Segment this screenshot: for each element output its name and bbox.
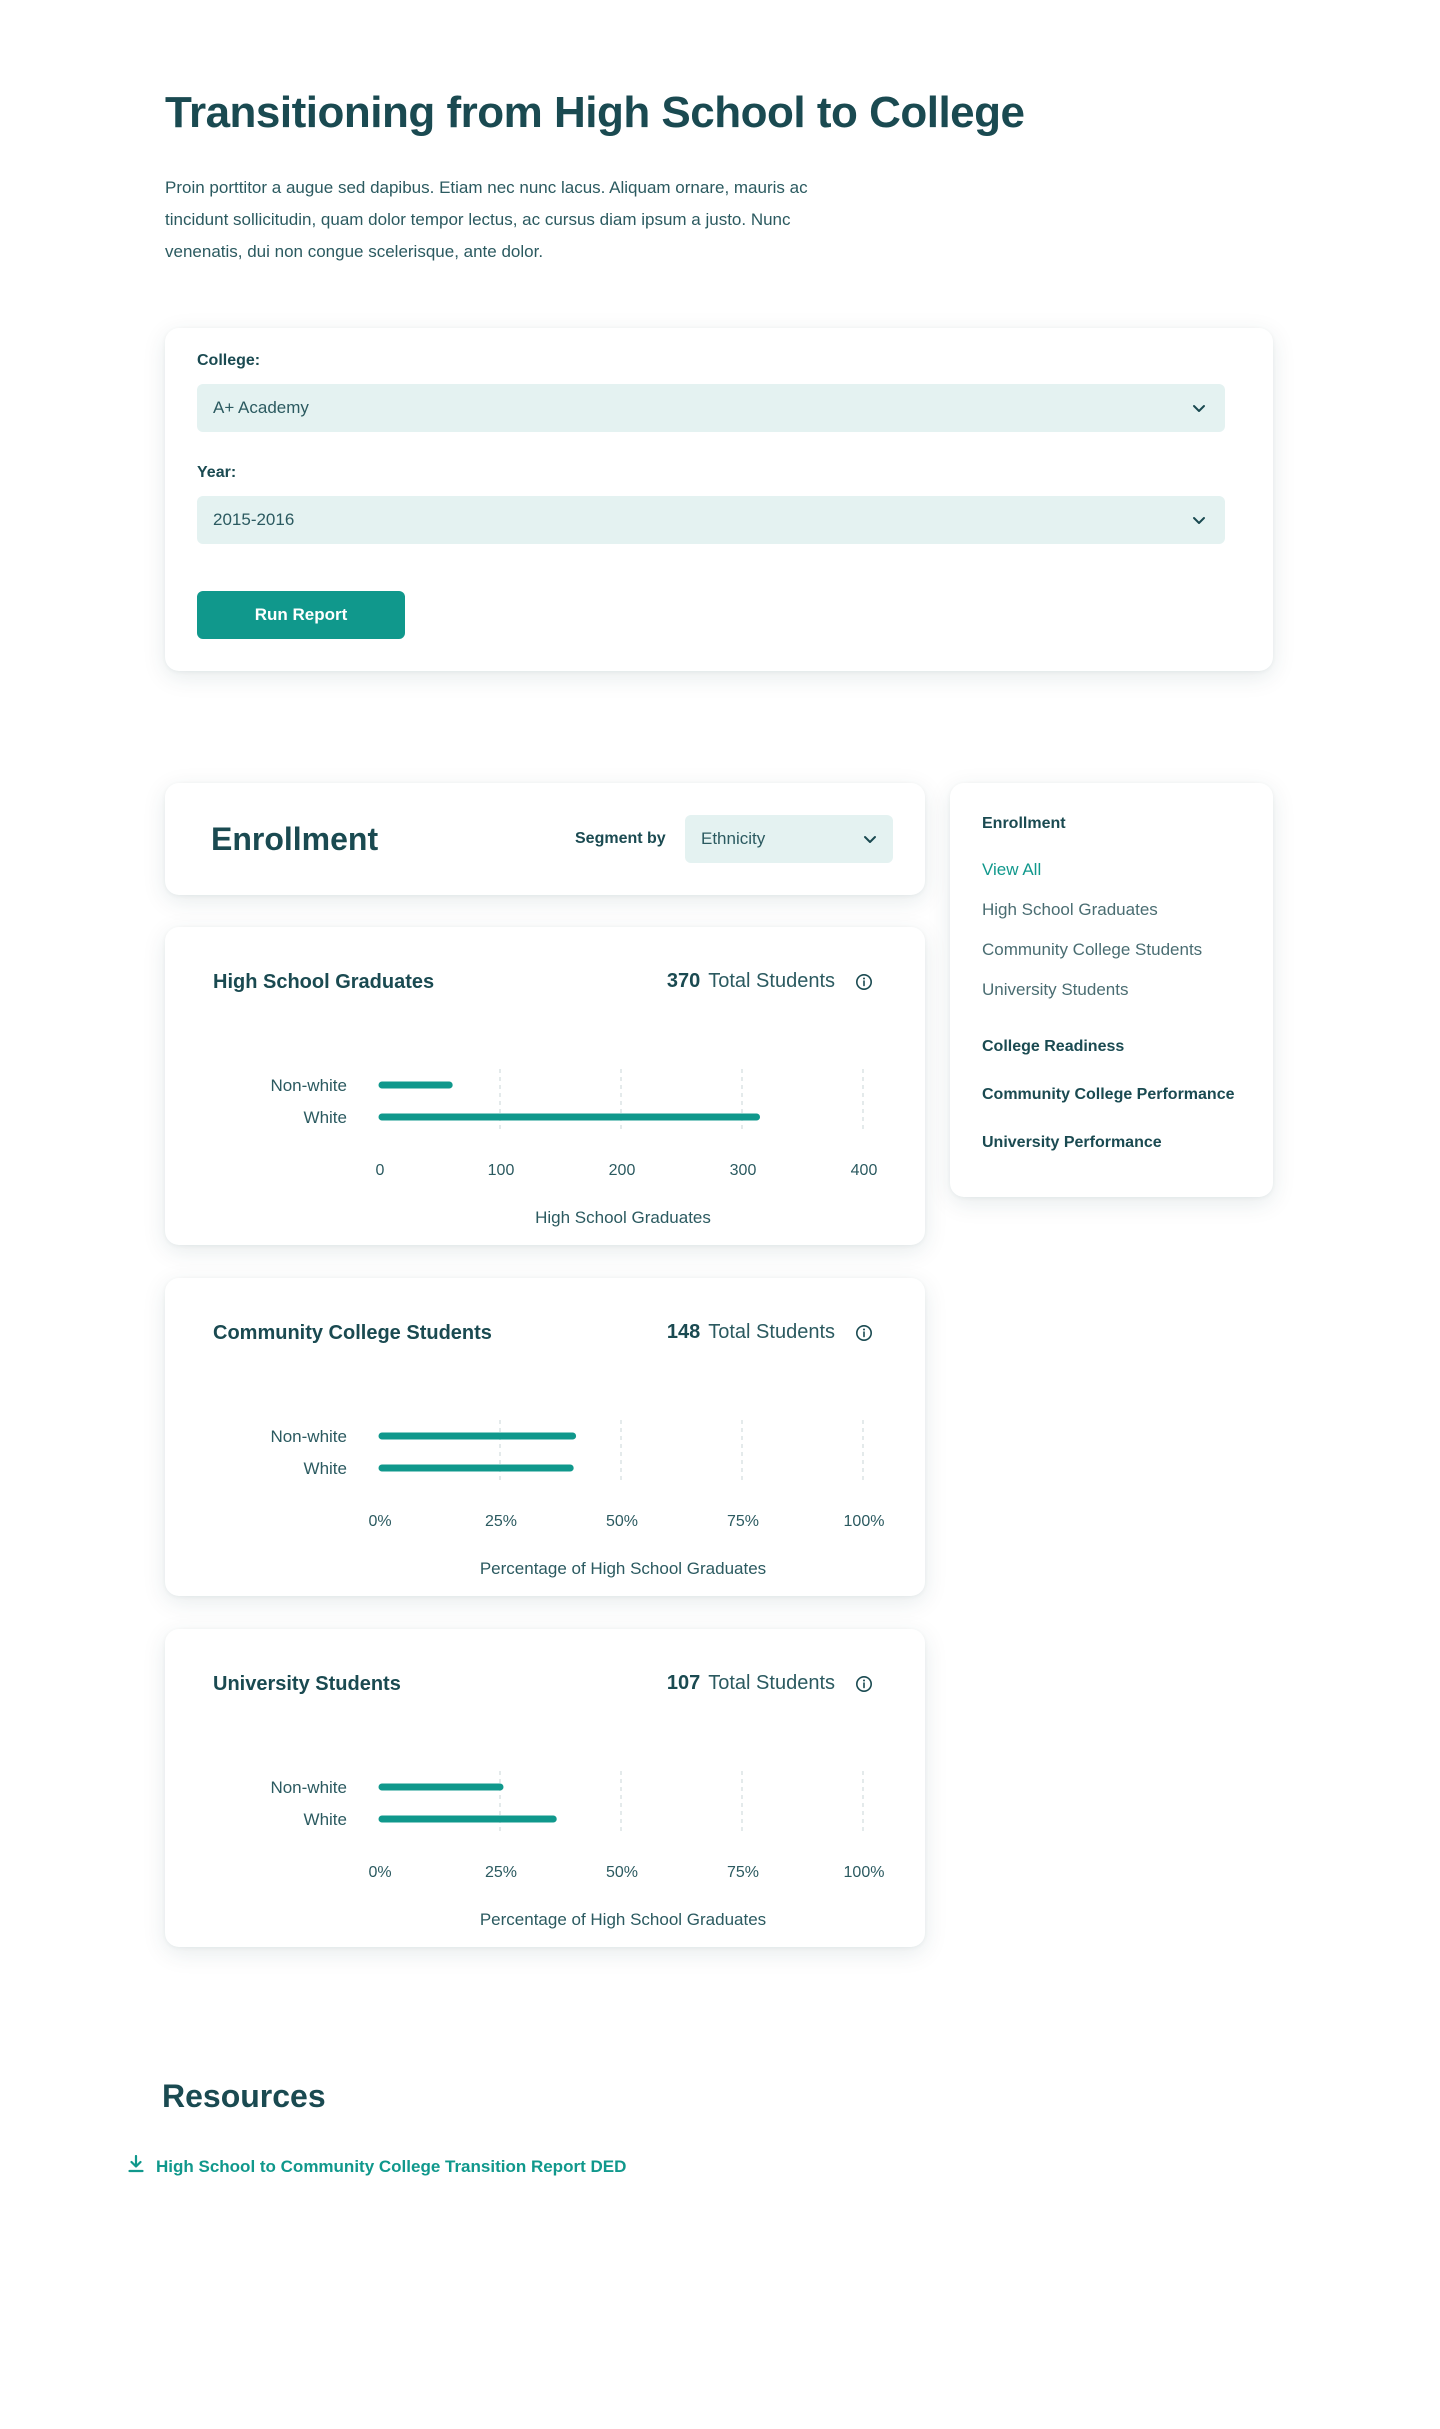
total-label: Total Students bbox=[708, 1672, 835, 1694]
report-filter-card: College: A+ Academy Year: 2015-2016 Run … bbox=[165, 328, 1273, 671]
chevron-down-icon bbox=[863, 835, 877, 844]
nav-link-high-school-graduates[interactable]: High School Graduates bbox=[982, 900, 1158, 920]
segment-select[interactable]: Ethnicity bbox=[685, 815, 893, 863]
tick-label: 50% bbox=[606, 1513, 638, 1530]
total-label: Total Students bbox=[708, 1321, 835, 1343]
tick-label: 100% bbox=[844, 1513, 885, 1530]
tick-label: 25% bbox=[485, 1513, 517, 1530]
tick-label: 400 bbox=[851, 1162, 878, 1179]
category-label: Non-white bbox=[270, 1778, 347, 1797]
tick-label: 0 bbox=[376, 1162, 385, 1179]
segment-label: Segment by bbox=[575, 830, 666, 847]
chart-title: University Students bbox=[213, 1673, 401, 1695]
chart-total: 148 Total Students bbox=[667, 1321, 873, 1344]
year-select[interactable]: 2015-2016 bbox=[197, 496, 1225, 544]
tick-label: 200 bbox=[609, 1162, 636, 1179]
total-label: Total Students bbox=[708, 970, 835, 992]
resource-link-label: High School to Community College Transit… bbox=[156, 2156, 627, 2176]
info-icon[interactable] bbox=[855, 973, 873, 991]
college-select-value: A+ Academy bbox=[213, 398, 309, 417]
chart-card-community-college-students: Community College Students 148 Total Stu… bbox=[165, 1278, 925, 1596]
category-label: White bbox=[304, 1459, 347, 1478]
tick-label: 0% bbox=[368, 1864, 391, 1881]
total-count: 370 bbox=[666, 970, 701, 992]
college-select[interactable]: A+ Academy bbox=[197, 384, 1225, 432]
segment-select-value: Ethnicity bbox=[701, 829, 766, 848]
chart-title: Community College Students bbox=[213, 1322, 492, 1344]
total-count: 148 bbox=[666, 1321, 701, 1343]
download-icon bbox=[128, 2154, 144, 2178]
nav-head-university-performance[interactable]: University Performance bbox=[982, 1134, 1162, 1152]
info-icon[interactable] bbox=[855, 1675, 873, 1693]
year-select-value: 2015-2016 bbox=[213, 510, 295, 529]
tick-label: 75% bbox=[727, 1513, 759, 1530]
chevron-down-icon bbox=[1189, 510, 1209, 530]
nav-head-enrollment[interactable]: Enrollment bbox=[982, 815, 1066, 833]
x-axis-label: Percentage of High School Graduates bbox=[480, 1910, 766, 1929]
chart-card-high-school-graduates: High School Graduates 370 Total Students… bbox=[165, 927, 925, 1245]
nav-link-community-college-students[interactable]: Community College Students bbox=[982, 940, 1202, 960]
page-title: Transitioning from High School to Colleg… bbox=[165, 88, 1025, 137]
year-label: Year: bbox=[197, 464, 237, 481]
chevron-down-icon bbox=[1189, 398, 1209, 418]
section-nav: Enrollment View All High School Graduate… bbox=[950, 783, 1273, 1197]
college-label: College: bbox=[197, 352, 261, 369]
bar-chart: Non-white White 0% 25% 50% 75% 100% Percentage … bbox=[270, 1771, 885, 1929]
bar-chart: Non-white White 0 100 200 300 400 High School G… bbox=[270, 1069, 878, 1227]
category-label: Non-white bbox=[270, 1076, 347, 1095]
tick-label: 75% bbox=[727, 1864, 759, 1881]
chart-total: 107 Total Students bbox=[667, 1672, 873, 1695]
resource-download-link[interactable]: High School to Community College Transit… bbox=[128, 2154, 627, 2178]
x-axis-label: Percentage of High School Graduates bbox=[480, 1559, 766, 1578]
chart-title: High School Graduates bbox=[213, 971, 435, 993]
enrollment-header: Enrollment Segment by Ethnicity bbox=[165, 783, 925, 895]
intro-paragraph: Proin porttitor a augue sed dapibus. Eti… bbox=[165, 178, 808, 261]
run-report-button[interactable]: Run Report bbox=[197, 591, 405, 639]
tick-label: 0% bbox=[368, 1513, 391, 1530]
total-count: 107 bbox=[666, 1672, 701, 1694]
chart-card-university-students: University Students 107 Total Students N… bbox=[165, 1629, 925, 1947]
category-label: White bbox=[304, 1810, 347, 1829]
bar-chart: Non-white White 0% 25% 50% 75% 100% Percentage … bbox=[270, 1420, 885, 1578]
nav-link-view-all[interactable]: View All bbox=[982, 860, 1041, 880]
tick-label: 25% bbox=[485, 1864, 517, 1881]
enrollment-title: Enrollment bbox=[211, 821, 379, 857]
nav-head-community-college-performance[interactable]: Community College Performance bbox=[982, 1086, 1235, 1104]
chart-total: 370 Total Students bbox=[667, 970, 873, 993]
nav-head-college-readiness[interactable]: College Readiness bbox=[982, 1038, 1124, 1056]
nav-link-university-students[interactable]: University Students bbox=[982, 980, 1128, 1000]
tick-label: 100% bbox=[844, 1864, 885, 1881]
tick-label: 100 bbox=[488, 1162, 515, 1179]
info-icon[interactable] bbox=[855, 1324, 873, 1342]
category-label: White bbox=[304, 1108, 347, 1127]
resources-title: Resources bbox=[162, 2078, 326, 2114]
tick-label: 50% bbox=[606, 1864, 638, 1881]
category-label: Non-white bbox=[270, 1427, 347, 1446]
tick-label: 300 bbox=[730, 1162, 757, 1179]
x-axis-label: High School Graduates bbox=[535, 1208, 711, 1227]
